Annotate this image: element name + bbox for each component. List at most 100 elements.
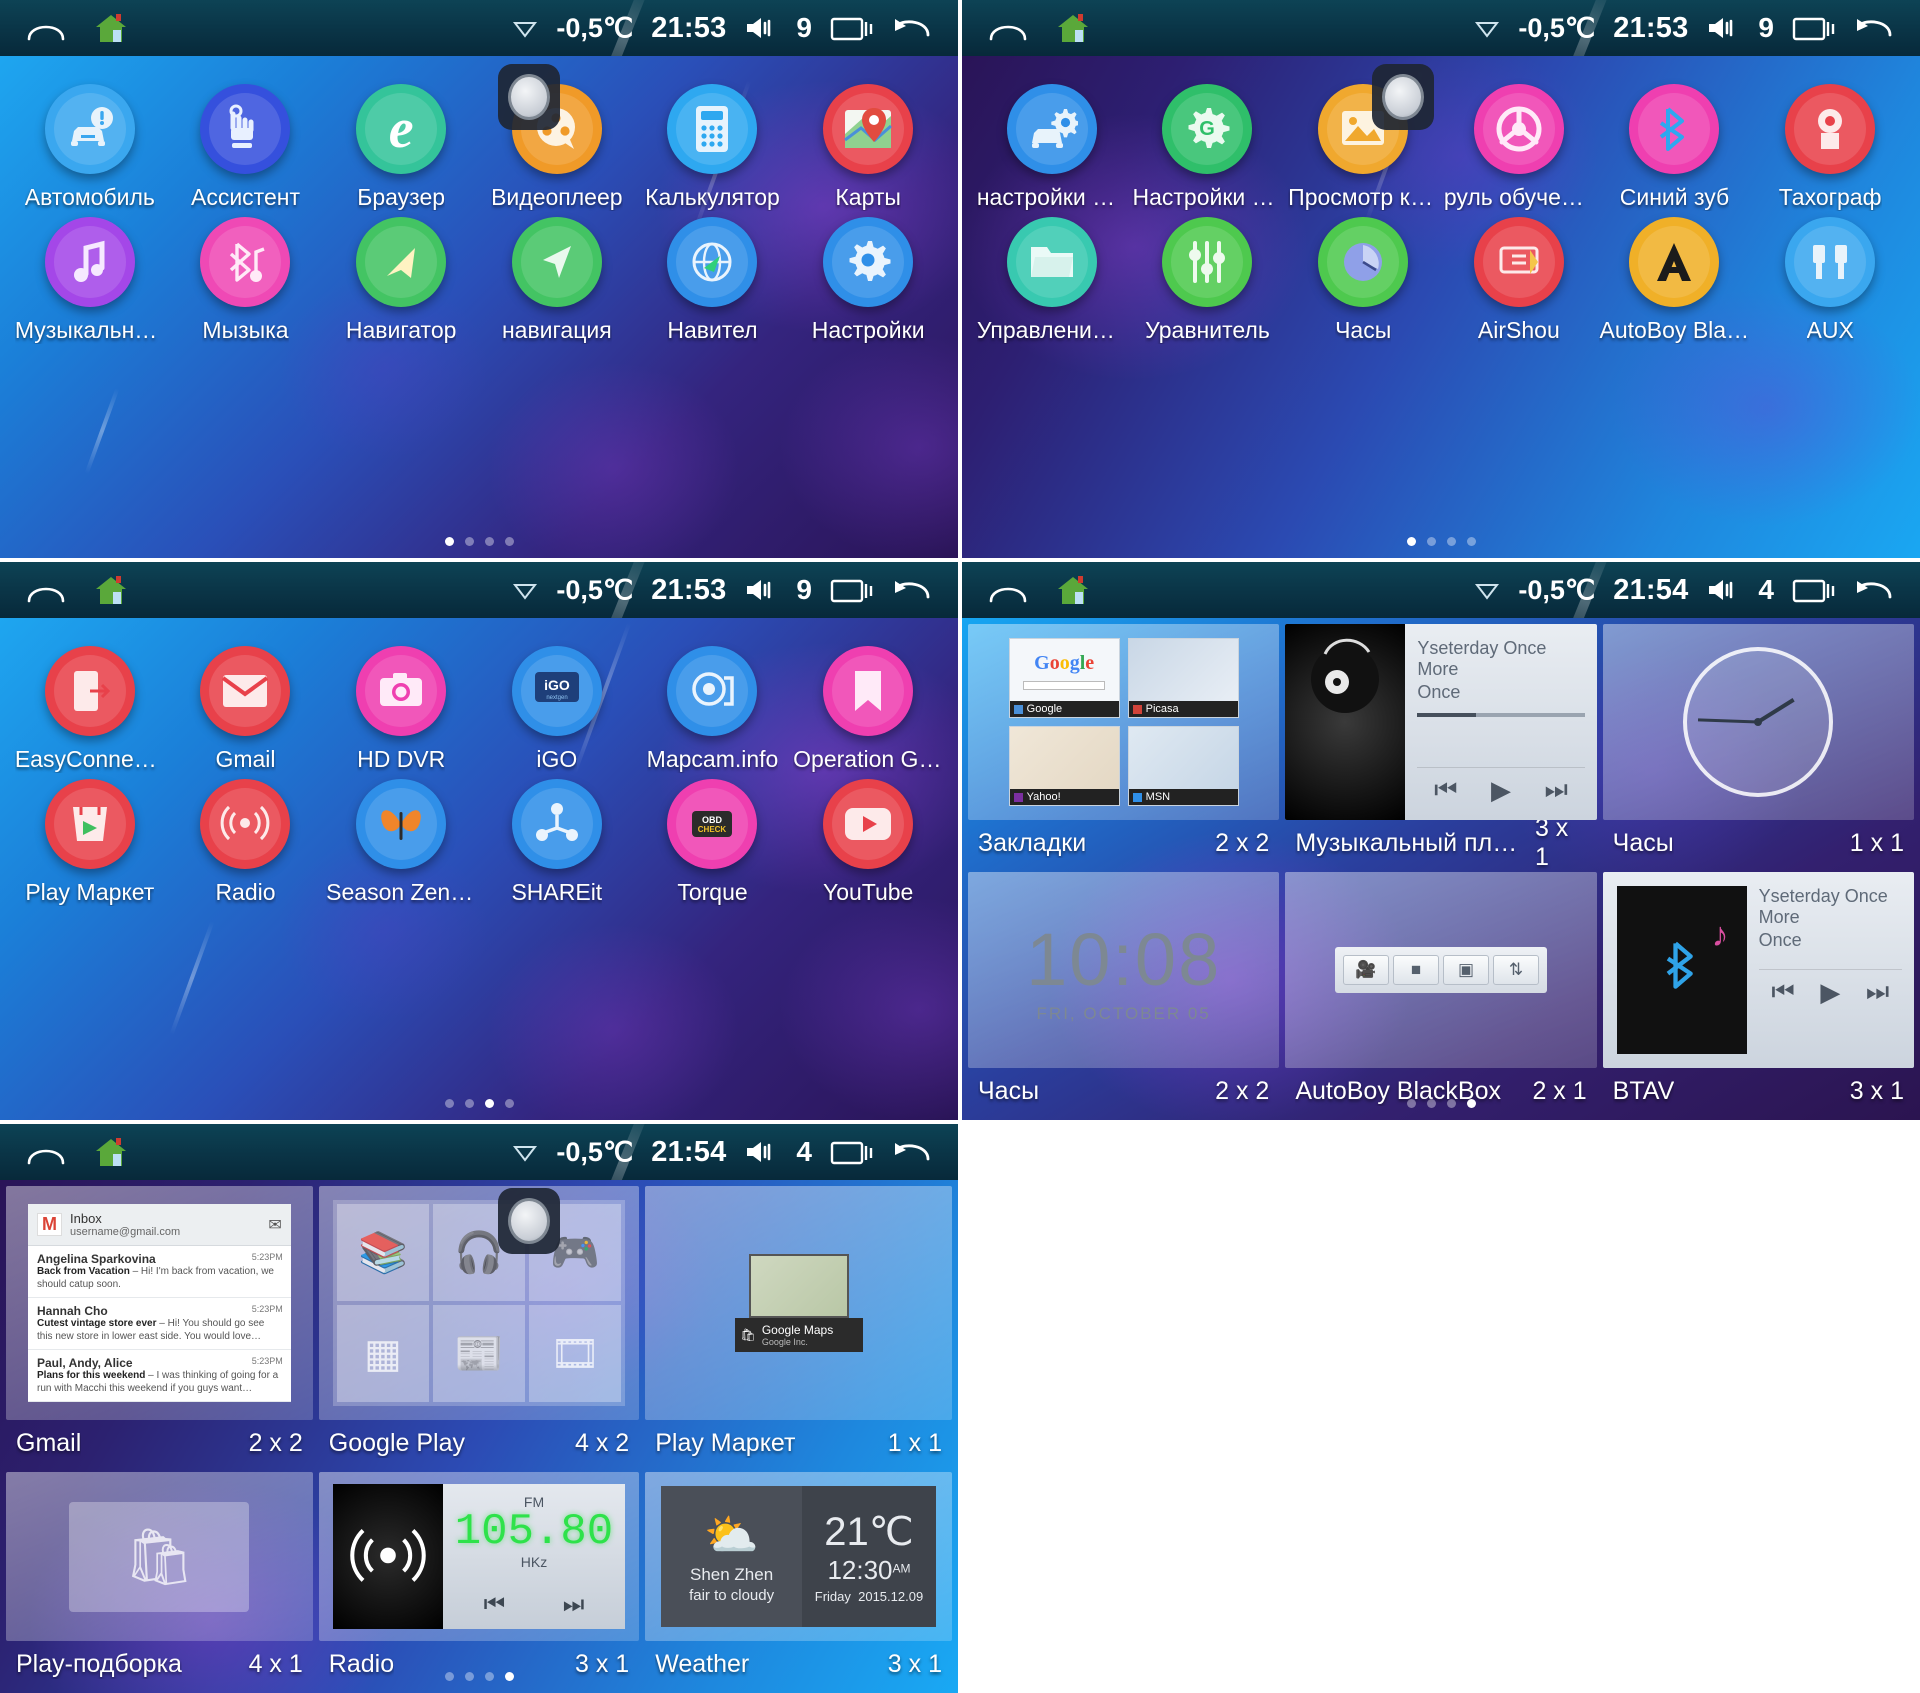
app-item[interactable]: AUX [1752, 217, 1908, 344]
back-icon[interactable] [892, 575, 932, 605]
car-settings-icon[interactable] [1006, 84, 1097, 174]
app-item[interactable]: Мызыка [168, 217, 324, 344]
gmail-message-row[interactable]: 5:23PM Hannah Cho Cutest vintage store e… [28, 1298, 291, 1350]
widget-card-music-player[interactable]: Yseterday Once More Once ⏮ ▶ ⏭ Музыкальн… [1285, 624, 1597, 871]
navigation-cursor-icon[interactable] [511, 217, 602, 307]
back-icon[interactable] [892, 1137, 932, 1167]
app-item[interactable]: Синий зуб [1597, 84, 1753, 211]
page-indicator[interactable] [0, 537, 958, 546]
app-item[interactable]: G Настройки Go… [1130, 84, 1286, 211]
volume-icon[interactable] [744, 577, 778, 603]
app-item[interactable]: Музыкальны… [12, 217, 168, 344]
play-store-icon[interactable] [44, 779, 135, 869]
home-house-icon[interactable] [94, 1136, 128, 1168]
ie-browser-icon[interactable]: e [356, 84, 447, 174]
app-item[interactable]: YouTube [790, 779, 946, 906]
gear-icon[interactable] [823, 217, 914, 307]
gmail-message-row[interactable]: 5:23PM Angelina Sparkovina Back from Vac… [28, 1246, 291, 1298]
autoboy-icon[interactable] [1629, 217, 1720, 307]
home-house-icon[interactable] [94, 12, 128, 44]
equalizer-icon[interactable] [1162, 217, 1253, 307]
seek-up-icon[interactable]: ⏭ [563, 1591, 585, 1619]
widget-card-google-play[interactable]: 📚 🎧 🎮 ▦ 📰 🎞 Google Play 4 x 2 [318, 1186, 640, 1466]
hand-touch-icon[interactable] [200, 84, 291, 174]
recents-icon[interactable] [830, 575, 874, 605]
app-item[interactable]: Настройки [790, 217, 946, 344]
previous-icon[interactable]: ⏮ [1434, 774, 1457, 806]
home-house-icon[interactable] [1056, 12, 1090, 44]
record-icon[interactable]: 🎥 [1342, 955, 1389, 985]
gmail-icon[interactable] [200, 646, 291, 736]
recents-icon[interactable] [830, 1137, 874, 1167]
obd-check-icon[interactable]: OBD CHECK [667, 779, 758, 869]
back-icon[interactable] [1854, 13, 1894, 43]
back-icon[interactable] [892, 13, 932, 43]
app-item[interactable]: Тахограф [1752, 84, 1908, 211]
app-item[interactable]: Часы [1285, 217, 1441, 344]
easyconnected-icon[interactable] [44, 646, 135, 736]
app-item[interactable]: Season Zen HD [323, 779, 479, 906]
bluetooth-music-icon[interactable] [200, 217, 291, 307]
app-item[interactable]: Operation Gui… [790, 646, 946, 773]
widget-card-analog-clock[interactable]: Часы 1 x 1 [1602, 624, 1914, 866]
volume-icon[interactable] [744, 15, 778, 41]
app-item[interactable]: OBD CHECK Torque [635, 779, 791, 906]
app-item[interactable]: HD DVR [323, 646, 479, 773]
shareit-icon[interactable] [511, 779, 602, 869]
app-item[interactable]: руль обучения [1441, 84, 1597, 211]
camera-icon[interactable] [356, 646, 447, 736]
youtube-icon[interactable] [823, 779, 914, 869]
compose-icon[interactable]: ✉ [268, 1215, 281, 1235]
next-icon[interactable]: ⏭ [1544, 774, 1567, 806]
navigation-arrow-icon[interactable] [356, 217, 447, 307]
back-arch-icon[interactable] [26, 577, 66, 603]
clock-icon[interactable] [1318, 217, 1409, 307]
airshou-icon[interactable] [1473, 217, 1564, 307]
app-item[interactable]: настройки ав… [974, 84, 1130, 211]
calculator-icon[interactable] [667, 84, 758, 174]
butterfly-icon[interactable] [356, 779, 447, 869]
widget-card-bookmarks[interactable]: Google Google Picasa Yahoo! MSN Закладки… [968, 624, 1280, 866]
app-item[interactable]: Автомобиль [12, 84, 168, 211]
page-indicator[interactable] [962, 1099, 1920, 1108]
app-item[interactable]: Mapcam.info [635, 646, 791, 773]
globe-compass-icon[interactable] [667, 217, 758, 307]
app-item[interactable]: Уравнитель [1130, 217, 1286, 344]
app-item[interactable]: навигация [479, 217, 635, 344]
widget-card-play-collection[interactable]: 🛍 Play-подборка 4 x 1 [6, 1472, 313, 1687]
back-icon[interactable] [1854, 575, 1894, 605]
bookmark-icon[interactable] [823, 646, 914, 736]
folder-icon[interactable] [1006, 217, 1097, 307]
page-indicator[interactable] [962, 537, 1920, 546]
app-item[interactable]: Калькулятор [635, 84, 791, 211]
back-arch-icon[interactable] [988, 577, 1028, 603]
page-indicator[interactable] [0, 1099, 958, 1108]
play-icon[interactable]: ▶ [1820, 977, 1840, 1008]
play-icon[interactable]: ▶ [1491, 775, 1511, 806]
home-button-overlay[interactable] [1372, 64, 1434, 130]
seek-down-icon[interactable]: ⏮ [484, 1591, 506, 1619]
app-item[interactable]: Radio [168, 779, 324, 906]
recents-icon[interactable] [1792, 13, 1836, 43]
stop-icon[interactable]: ■ [1392, 955, 1439, 985]
app-item[interactable]: Gmail [168, 646, 324, 773]
app-item[interactable]: Навител [635, 217, 791, 344]
gmail-message-row[interactable]: 5:23PM Paul, Andy, Alice Plans for this … [28, 1350, 291, 1402]
widget-card-autoboy[interactable]: 🎥 ■ ▣ ⇅ AutoBoy BlackBox 2 x 1 [1285, 872, 1597, 1114]
google-settings-icon[interactable]: G [1162, 84, 1253, 174]
volume-icon[interactable] [1706, 577, 1740, 603]
page-indicator[interactable] [0, 1672, 958, 1681]
mapcam-icon[interactable] [667, 646, 758, 736]
igo-icon[interactable]: iGO nextgen [511, 646, 602, 736]
widget-card-radio[interactable]: FM 105.80 HKz ⏮ ⏭ Radio 3 x 1 [318, 1472, 640, 1687]
music-note-icon[interactable] [44, 217, 135, 307]
car-warning-icon[interactable] [44, 84, 135, 174]
home-house-icon[interactable] [94, 574, 128, 606]
app-item[interactable]: AirShou [1441, 217, 1597, 344]
app-item[interactable]: EasyConnected [12, 646, 168, 773]
app-item[interactable]: SHAREit [479, 779, 635, 906]
home-house-icon[interactable] [1056, 574, 1090, 606]
app-item[interactable]: Навигатор [323, 217, 479, 344]
widget-card-digital-clock[interactable]: 10:08 FRI, OCTOBER 05 Часы 2 x 2 [968, 872, 1280, 1114]
back-arch-icon[interactable] [26, 15, 66, 41]
